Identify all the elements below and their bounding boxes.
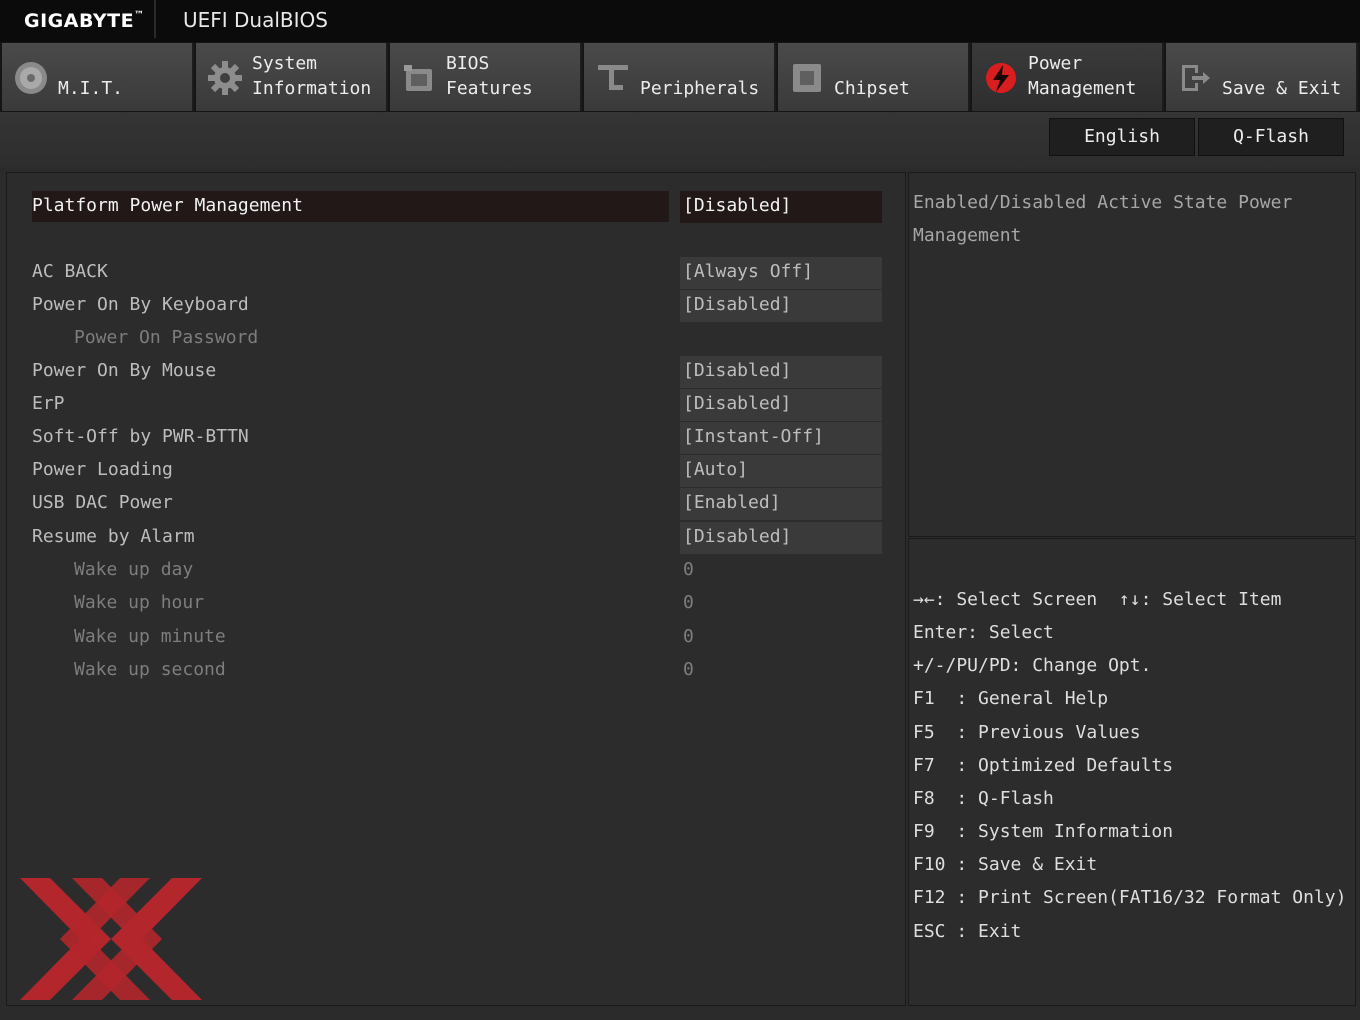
setting-value[interactable]: [Disabled] [680, 356, 882, 388]
setting-value: 0 [683, 659, 694, 680]
setting-wake-up-day: Wake up day 0 [0, 555, 900, 588]
setting-value[interactable]: [Disabled] [680, 191, 882, 223]
setting-power-on-by-mouse[interactable]: Power On By Mouse [Disabled] [0, 356, 900, 389]
key-legend-f1: F1 : General Help [913, 688, 1109, 709]
setting-value[interactable]: [Always Off] [680, 257, 882, 289]
setting-wake-up-second: Wake up second 0 [0, 655, 900, 688]
bios-chip-icon [404, 65, 432, 91]
setting-wake-up-hour: Wake up hour 0 [0, 588, 900, 621]
setting-label: ErP [32, 393, 65, 414]
tab-bios-features[interactable]: BIOS Features [390, 43, 582, 111]
key-legend-f5: F5 : Previous Values [913, 722, 1141, 743]
tab-mit[interactable]: M.I.T. [2, 43, 194, 111]
brand-logo: GIGABYTE™ [24, 10, 145, 32]
setting-value: 0 [683, 559, 694, 580]
top-bar: GIGABYTE™ UEFI DualBIOS [0, 0, 1360, 43]
setting-label: Power On By Mouse [32, 360, 217, 381]
key-legend-f7: F7 : Optimized Defaults [913, 755, 1174, 776]
setting-label: Power Loading [32, 459, 173, 480]
product-title: UEFI DualBIOS [183, 8, 328, 32]
key-legend-f10: F10 : Save & Exit [913, 854, 1098, 875]
setting-value: 0 [683, 626, 694, 647]
setting-wake-up-minute: Wake up minute 0 [0, 622, 900, 655]
tab-bios-features-label: BIOS Features [446, 53, 533, 99]
watermark-logo [20, 878, 202, 1000]
setting-value[interactable]: [Enabled] [680, 488, 882, 520]
setting-label: Wake up hour [74, 592, 205, 613]
tab-save-exit-label: Save & Exit [1222, 78, 1342, 99]
setting-resume-by-alarm[interactable]: Resume by Alarm [Disabled] [0, 522, 900, 555]
brand-name: GIGABYTE [24, 10, 135, 32]
setting-value: 0 [683, 592, 694, 613]
tab-power-management-label: Power Management [1028, 53, 1137, 99]
main-tabs: M.I.T. System Information BIOS Features … [0, 42, 1360, 112]
setting-label: USB DAC Power [32, 492, 173, 513]
tab-peripherals-label: Peripherals [640, 78, 760, 99]
setting-label: Resume by Alarm [32, 526, 195, 547]
key-legend-enter: Enter: Select [913, 622, 1054, 643]
setting-label: Wake up second [74, 659, 226, 680]
setting-label: Platform Power Management [32, 195, 303, 216]
setting-value[interactable]: [Disabled] [680, 389, 882, 421]
setting-ac-back[interactable]: AC BACK [Always Off] [0, 257, 900, 290]
setting-label: Power On By Keyboard [32, 294, 249, 315]
key-legend-navigation: →←: Select Screen ↑↓: Select Item [913, 589, 1282, 610]
language-button[interactable]: English [1049, 118, 1195, 156]
exit-door-icon [1182, 65, 1210, 91]
setting-label: Wake up day [74, 559, 194, 580]
setting-erp[interactable]: ErP [Disabled] [0, 389, 900, 422]
power-bolt-icon [986, 63, 1016, 93]
setting-label: Power On Password [74, 327, 259, 348]
setting-soft-off-by-pwr-bttn[interactable]: Soft-Off by PWR-BTTN [Instant-Off] [0, 422, 900, 455]
setting-value[interactable]: [Disabled] [680, 290, 882, 322]
setting-power-on-password: Power On Password [0, 323, 900, 356]
key-legend-f12: F12 : Print Screen(FAT16/32 Format Only) [913, 887, 1347, 908]
brand-divider [154, 0, 156, 38]
tab-peripherals[interactable]: Peripherals [584, 43, 776, 111]
setting-label: Soft-Off by PWR-BTTN [32, 426, 249, 447]
tab-power-management[interactable]: Power Management [972, 43, 1164, 111]
gear-icon [208, 61, 242, 95]
tab-chipset-label: Chipset [834, 78, 910, 99]
qflash-button[interactable]: Q-Flash [1198, 118, 1344, 156]
setting-value[interactable]: [Disabled] [680, 522, 882, 554]
help-description: Enabled/Disabled Active State Power Mana… [913, 192, 1293, 246]
key-legend-f9: F9 : System Information [913, 821, 1174, 842]
setting-usb-dac-power[interactable]: USB DAC Power [Enabled] [0, 488, 900, 521]
tab-system-information-label: System Information [252, 53, 372, 99]
key-legend-change: +/-/PU/PD: Change Opt. [913, 655, 1152, 676]
setting-label: Wake up minute [74, 626, 226, 647]
tab-save-exit[interactable]: Save & Exit [1166, 43, 1358, 111]
setting-power-on-by-keyboard[interactable]: Power On By Keyboard [Disabled] [0, 290, 900, 323]
setting-label: AC BACK [32, 261, 108, 282]
key-legend-f8: F8 : Q-Flash [913, 788, 1054, 809]
setting-platform-power-management[interactable]: Platform Power Management [Disabled] [0, 191, 900, 224]
setting-value[interactable]: [Auto] [680, 455, 882, 487]
tab-mit-label: M.I.T. [58, 78, 124, 99]
peripherals-icon [598, 65, 628, 90]
setting-power-loading[interactable]: Power Loading [Auto] [0, 455, 900, 488]
tab-system-information[interactable]: System Information [196, 43, 388, 111]
chipset-icon [793, 64, 821, 92]
mit-disc-icon [15, 62, 47, 94]
tab-chipset[interactable]: Chipset [778, 43, 970, 111]
key-legend-esc: ESC : Exit [913, 921, 1022, 942]
setting-value[interactable]: [Instant-Off] [680, 422, 882, 454]
brand-trademark: ™ [134, 10, 145, 21]
